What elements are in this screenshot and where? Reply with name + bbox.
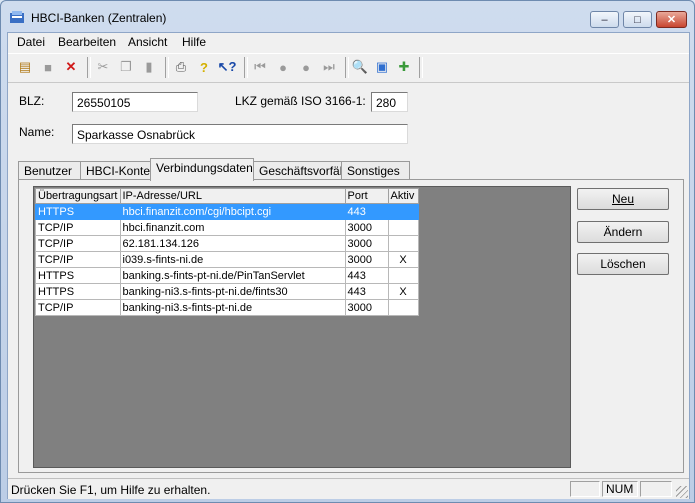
connections-list[interactable]: Übertragungsart IP-Adresse/URL Port Akti…: [33, 186, 571, 468]
app-window: HBCI-Banken (Zentralen) – □ ✕ Datei Bear…: [0, 0, 695, 503]
tab-panel-verbindungsdaten: Übertragungsart IP-Adresse/URL Port Akti…: [18, 179, 684, 473]
menu-bar: Datei Bearbeiten Ansicht Hilfe: [8, 33, 689, 52]
toolbar-separator: [87, 57, 91, 78]
cell-type: HTTPS: [35, 283, 121, 300]
cell-type: HTTPS: [35, 267, 121, 284]
cell-url: 62.181.134.126: [119, 235, 346, 252]
cell-url: hbci.finanzit.com: [119, 219, 346, 236]
cell-type: TCP/IP: [35, 299, 121, 316]
table-row[interactable]: TCP/IP hbci.finanzit.com 3000: [35, 219, 419, 236]
cell-active: [387, 299, 419, 316]
name-label: Name:: [19, 125, 55, 139]
copy-icon[interactable]: ❐: [117, 58, 135, 76]
menu-hilfe[interactable]: Hilfe: [182, 35, 206, 49]
new-button[interactable]: Neu: [577, 188, 669, 210]
blz-field[interactable]: 26550105: [72, 92, 198, 112]
delete-button[interactable]: Löschen: [577, 253, 669, 275]
lkz-field[interactable]: 280: [371, 92, 408, 112]
table-row[interactable]: HTTPS banking-ni3.s-fints-pt-ni.de/fints…: [35, 283, 419, 300]
cell-url: banking-ni3.s-fints-pt-ni.de/fints30: [119, 283, 346, 300]
menu-bearbeiten[interactable]: Bearbeiten: [58, 35, 116, 49]
cell-active: X: [387, 251, 419, 268]
title-bar[interactable]: HBCI-Banken (Zentralen) – □ ✕: [1, 1, 694, 33]
toolbar: ▤ ■ ✕ ✂ ❐ ▮ ⎙ ? ↖? ⏮ ● ● ⏭ 🔍 ▣ ✚: [8, 53, 689, 83]
image-icon[interactable]: ▣: [373, 58, 391, 76]
save-icon[interactable]: ■: [39, 58, 57, 76]
client-area: Datei Bearbeiten Ansicht Hilfe ▤ ■ ✕ ✂ ❐…: [7, 32, 690, 499]
edit-button[interactable]: Ändern: [577, 221, 669, 243]
toolbar-separator: [419, 57, 423, 78]
cell-url: banking-ni3.s-fints-pt-ni.de: [119, 299, 346, 316]
cell-port: 3000: [344, 235, 389, 252]
col-uebertragungsart[interactable]: Übertragungsart: [35, 188, 121, 204]
cell-port: 443: [344, 267, 389, 284]
status-pane-num: NUM: [602, 481, 638, 497]
next-record-icon[interactable]: ●: [297, 58, 315, 76]
paste-icon[interactable]: ▮: [140, 58, 158, 76]
cell-url: i039.s-fints-ni.de: [119, 251, 346, 268]
delete-icon[interactable]: ✕: [62, 58, 80, 76]
close-button[interactable]: ✕: [656, 11, 687, 28]
table-row[interactable]: HTTPS hbci.finanzit.com/cgi/hbcipt.cgi 4…: [35, 203, 419, 220]
cell-type: TCP/IP: [35, 219, 121, 236]
cell-port: 3000: [344, 299, 389, 316]
tab-verbindungsdaten[interactable]: Verbindungsdaten: [150, 158, 254, 181]
cell-url: banking.s-fints-pt-ni.de/PinTanServlet: [119, 267, 346, 284]
toolbar-separator: [165, 57, 169, 78]
print-icon[interactable]: ⎙: [172, 58, 190, 76]
cell-type: TCP/IP: [35, 251, 121, 268]
help-icon[interactable]: ?: [195, 58, 213, 76]
lkz-label: LKZ gemäß ISO 3166-1:: [235, 94, 366, 108]
cut-icon[interactable]: ✂: [94, 58, 112, 76]
cell-type: TCP/IP: [35, 235, 121, 252]
cell-active: [387, 235, 419, 252]
cell-port: 3000: [344, 251, 389, 268]
status-pane-scroll: [640, 481, 672, 497]
status-bar: Drücken Sie F1, um Hilfe zu erhalten. NU…: [8, 478, 689, 499]
toolbar-separator: [345, 57, 349, 78]
table-row[interactable]: HTTPS banking.s-fints-pt-ni.de/PinTanSer…: [35, 267, 419, 284]
table-row[interactable]: TCP/IP banking-ni3.s-fints-pt-ni.de 3000: [35, 299, 419, 316]
cell-port: 443: [344, 203, 389, 220]
connections-table: Übertragungsart IP-Adresse/URL Port Akti…: [35, 188, 419, 316]
first-record-icon[interactable]: ⏮: [251, 58, 269, 76]
col-port[interactable]: Port: [344, 188, 389, 204]
table-row[interactable]: TCP/IP 62.181.134.126 3000: [35, 235, 419, 252]
tab-sonstiges[interactable]: Sonstiges: [341, 161, 410, 181]
minimize-button[interactable]: –: [590, 11, 619, 28]
menu-ansicht[interactable]: Ansicht: [128, 35, 167, 49]
context-help-icon[interactable]: ↖?: [218, 58, 237, 76]
table-row[interactable]: TCP/IP i039.s-fints-ni.de 3000 X: [35, 251, 419, 268]
col-ip-adresse[interactable]: IP-Adresse/URL: [119, 188, 346, 204]
app-icon: [10, 11, 24, 23]
new-button-label: Neu: [611, 192, 634, 206]
cell-active: X: [387, 283, 419, 300]
toolbar-separator: [244, 57, 248, 78]
cell-port: 443: [344, 283, 389, 300]
window-title: HBCI-Banken (Zentralen): [31, 11, 167, 25]
cell-active: [387, 219, 419, 236]
tab-benutzer[interactable]: Benutzer: [18, 161, 82, 181]
name-field[interactable]: Sparkasse Osnabrück: [72, 124, 408, 144]
status-text: Drücken Sie F1, um Hilfe zu erhalten.: [11, 483, 211, 497]
col-aktiv[interactable]: Aktiv: [387, 188, 419, 204]
cell-active: [387, 203, 419, 220]
table-header-row: Übertragungsart IP-Adresse/URL Port Akti…: [35, 188, 419, 204]
cell-port: 3000: [344, 219, 389, 236]
new-record-icon[interactable]: ▤: [16, 58, 34, 76]
find-icon[interactable]: 🔍: [351, 58, 369, 76]
puzzle-icon[interactable]: ✚: [395, 58, 413, 76]
blz-label: BLZ:: [19, 94, 45, 108]
resize-grip-icon[interactable]: [676, 486, 688, 498]
tab-geschaeftsvorfaelle[interactable]: Geschäftsvorfälle: [253, 161, 353, 181]
cell-active: [387, 267, 419, 284]
menu-datei[interactable]: Datei: [17, 35, 45, 49]
prev-record-icon[interactable]: ●: [274, 58, 292, 76]
cell-url: hbci.finanzit.com/cgi/hbcipt.cgi: [119, 203, 346, 220]
last-record-icon[interactable]: ⏭: [320, 58, 338, 76]
status-pane-caps: [570, 481, 600, 497]
cell-type: HTTPS: [35, 203, 121, 220]
maximize-button[interactable]: □: [623, 11, 652, 28]
